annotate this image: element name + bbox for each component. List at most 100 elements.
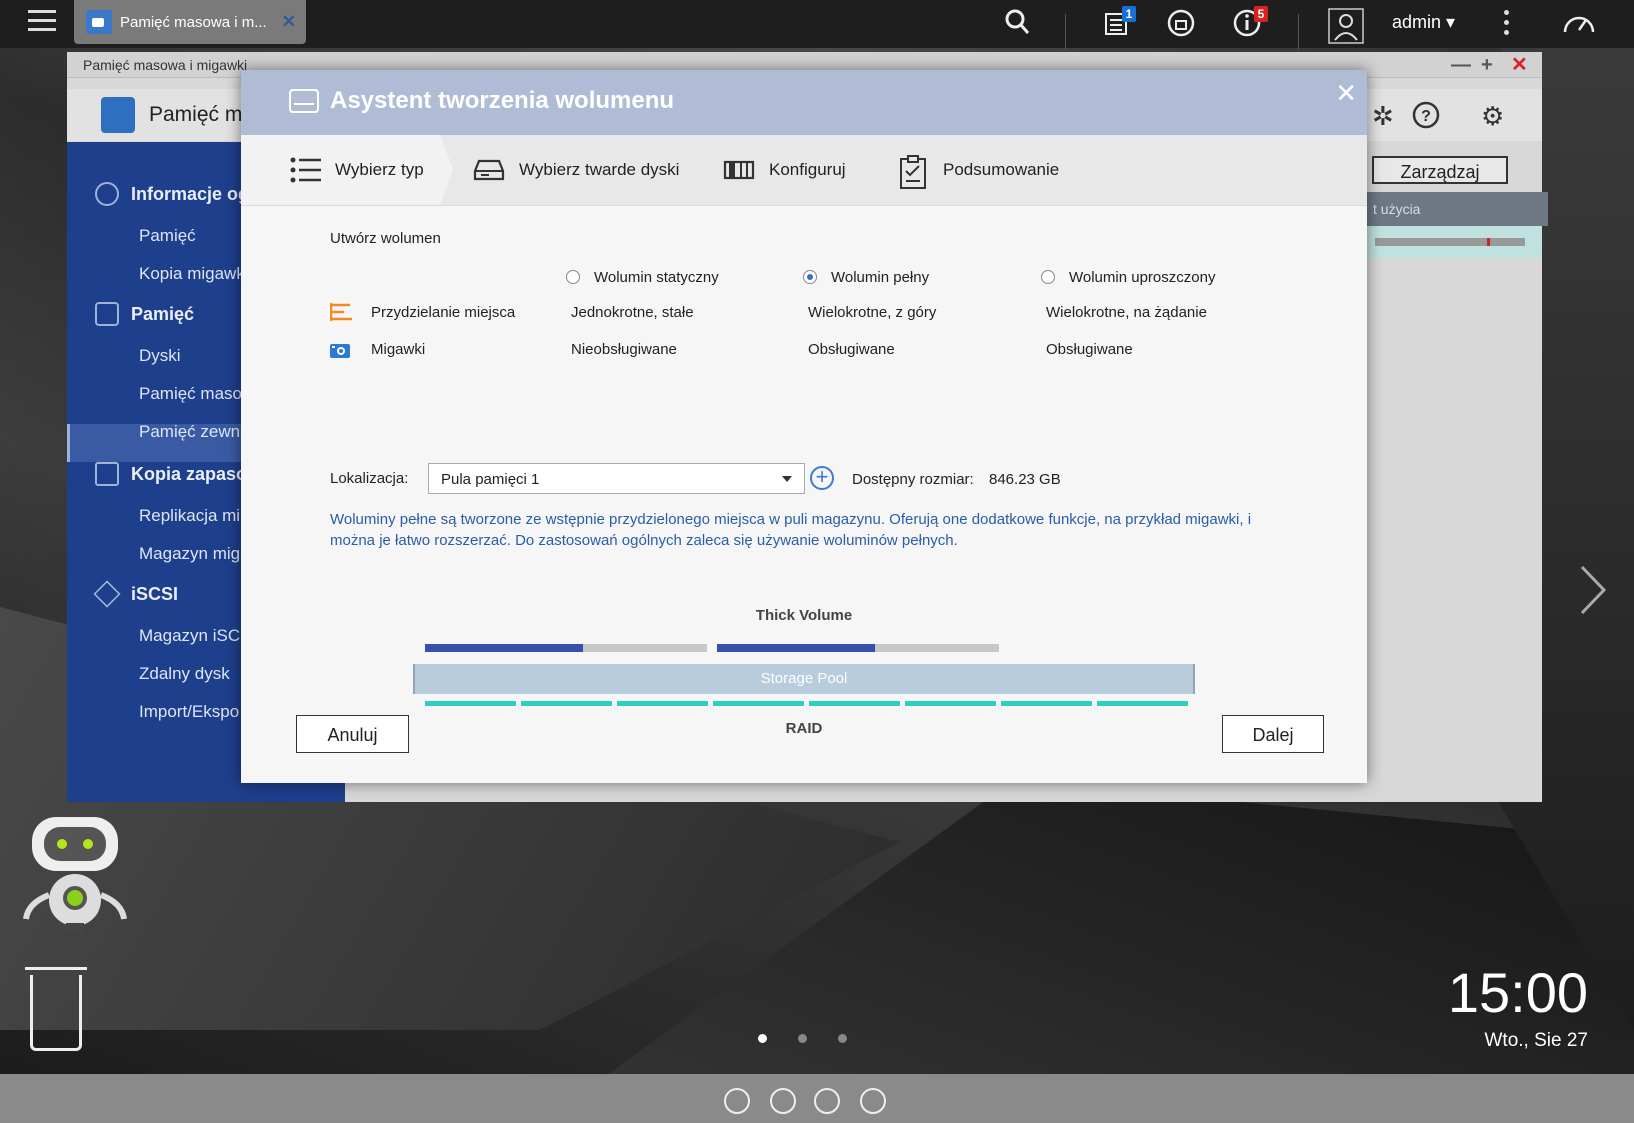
cancel-button[interactable]: Anuluj [296,715,409,753]
sidebar-item-iscsi-storage[interactable]: Magazyn iSCS [139,626,251,646]
step-label: Wybierz twarde dyski [519,160,680,179]
storage-app-icon [101,97,135,133]
tasks-badge: 1 [1122,6,1136,22]
dashboard-gauge-icon[interactable] [1562,8,1596,40]
step-label: Wybierz typ [335,160,424,179]
list-icon [289,155,321,185]
window-title: Pamięć masowa i migawki [83,57,248,73]
chevron-right-icon[interactable] [1578,565,1608,615]
maximize-icon[interactable]: + [1481,52,1493,78]
radio-static-volume[interactable] [566,270,580,284]
dialog-header: Asystent tworzenia wolumenu ✕ [241,70,1367,135]
sidebar-item-storage-snapshots[interactable]: Pamięć maso [139,384,242,404]
sidebar-item-remote-disk[interactable]: Zdalny dysk [139,664,230,684]
database-icon [95,302,119,326]
radio-label-thick[interactable]: Wolumin pełny [831,269,929,286]
notifications-badge: 5 [1254,6,1268,22]
storage-pool-bar: Storage Pool [413,664,1195,694]
row-value: Obsługiwane [1046,341,1133,358]
step-select-type[interactable]: Wybierz typ [289,135,424,205]
sidebar-section-overview[interactable]: Informacje og [95,182,249,206]
sidebar-item-external[interactable]: Pamięć zewne [139,422,250,442]
app-tab-storage[interactable]: Pamięć masowa i m... ✕ [74,0,306,44]
page-dot[interactable] [798,1034,807,1043]
tasks-icon[interactable]: 1 [1104,6,1136,40]
close-icon[interactable]: ✕ [1511,52,1528,78]
sidebar-section-iscsi[interactable]: iSCSI [93,580,179,608]
close-icon[interactable]: ✕ [1335,78,1357,109]
wizard-steps: Wybierz typ Wybierz twarde dyski Konfigu… [241,135,1367,206]
sync-icon[interactable] [1166,8,1196,40]
radio-thick-volume[interactable] [803,270,817,284]
row-value: Obsługiwane [808,341,895,358]
manage-button[interactable]: Zarządzaj [1372,156,1508,184]
disk-drive-icon [289,89,319,113]
minimize-icon[interactable]: — [1451,52,1471,78]
add-pool-icon[interactable]: + [810,466,834,490]
desktop-clock: 15:00 [1447,961,1588,1024]
settings-gear-icon[interactable]: ⚙ [1481,101,1504,132]
user-avatar-icon[interactable] [1328,8,1364,44]
close-icon[interactable]: ✕ [282,12,296,32]
step-summary[interactable]: Podsumowanie [897,135,1059,205]
sidebar-item-replication[interactable]: Replikacja mi [139,506,240,526]
cloud-icon[interactable] [724,1088,750,1114]
tools-icon[interactable] [770,1088,796,1114]
sidebar-section-label: Pamięć [131,303,195,324]
sidebar-item-snapshot-backup[interactable]: Kopia migawk [139,264,245,284]
section-title: Utwórz wolumen [330,230,441,247]
sidebar-section-label: iSCSI [131,583,179,604]
raid-segment [617,701,708,706]
allocation-icon [329,302,352,322]
main-menu-icon[interactable] [28,10,56,36]
app-title: Pamięć m [149,103,243,126]
usage-bar [1375,238,1525,246]
step-select-disks[interactable]: Wybierz twarde dyski [473,135,679,205]
sidebar-section-storage[interactable]: Pamięć [95,302,194,326]
sidebar-item-vault[interactable]: Magazyn miga [139,544,250,564]
wizard-icon[interactable]: ✲ [1372,101,1394,132]
raid-segment [1097,701,1188,706]
row-value: Wielokrotne, na żądanie [1046,304,1207,321]
row-label-allocation: Przydzielanie miejsca [371,304,516,321]
radio-label-thin[interactable]: Wolumin uproszczony [1069,269,1215,286]
disk-drive-icon [473,155,505,185]
gauge-icon [95,182,119,206]
raid-label: RAID [785,720,823,737]
volume-bar-fill [717,644,875,652]
book-icon[interactable] [814,1088,840,1114]
trash-icon[interactable] [25,967,87,1051]
sidebar-section-label: Informacje og [131,183,250,204]
next-button[interactable]: Dalej [1222,715,1324,753]
notifications-icon[interactable]: 5 [1232,6,1268,40]
sidebar-item-storage[interactable]: Pamięć [139,226,196,246]
divider [1065,14,1066,50]
helpdesk-robot-icon[interactable] [22,815,128,935]
divider [1298,14,1299,50]
table-row[interactable] [1367,226,1542,258]
notes-icon[interactable] [860,1088,886,1114]
help-icon[interactable]: ? [1412,101,1440,136]
diagram-title: Thick Volume [755,607,853,624]
user-name: admin [1392,12,1442,32]
raid-segment [905,701,996,706]
radio-thin-volume[interactable] [1041,270,1055,284]
step-configure[interactable]: Konfiguruj [723,135,846,205]
radio-label-static[interactable]: Wolumin statyczny [594,269,719,286]
sidebar-section-label: Kopia zapaso [131,463,248,484]
sidebar-item-import-export[interactable]: Import/Ekspo [139,702,239,722]
step-label: Podsumowanie [943,160,1060,179]
page-dot-active[interactable] [758,1034,767,1043]
step-label: Konfiguruj [769,160,846,179]
available-size-value: 846.23 GB [989,471,1061,488]
more-options-icon[interactable] [1504,10,1510,40]
row-label-snapshots: Migawki [371,341,426,358]
sidebar-section-backup[interactable]: Kopia zapaso [95,462,247,486]
user-menu[interactable]: admin ▾ [1392,12,1455,33]
row-value: Wielokrotne, z góry [808,304,937,321]
page-dot[interactable] [838,1034,847,1043]
search-icon[interactable] [1004,8,1030,40]
storage-pool-select[interactable]: Pula pamięci 1 [428,463,805,494]
dialog-title: Asystent tworzenia wolumenu [330,87,675,114]
sidebar-item-disks[interactable]: Dyski [139,346,181,366]
